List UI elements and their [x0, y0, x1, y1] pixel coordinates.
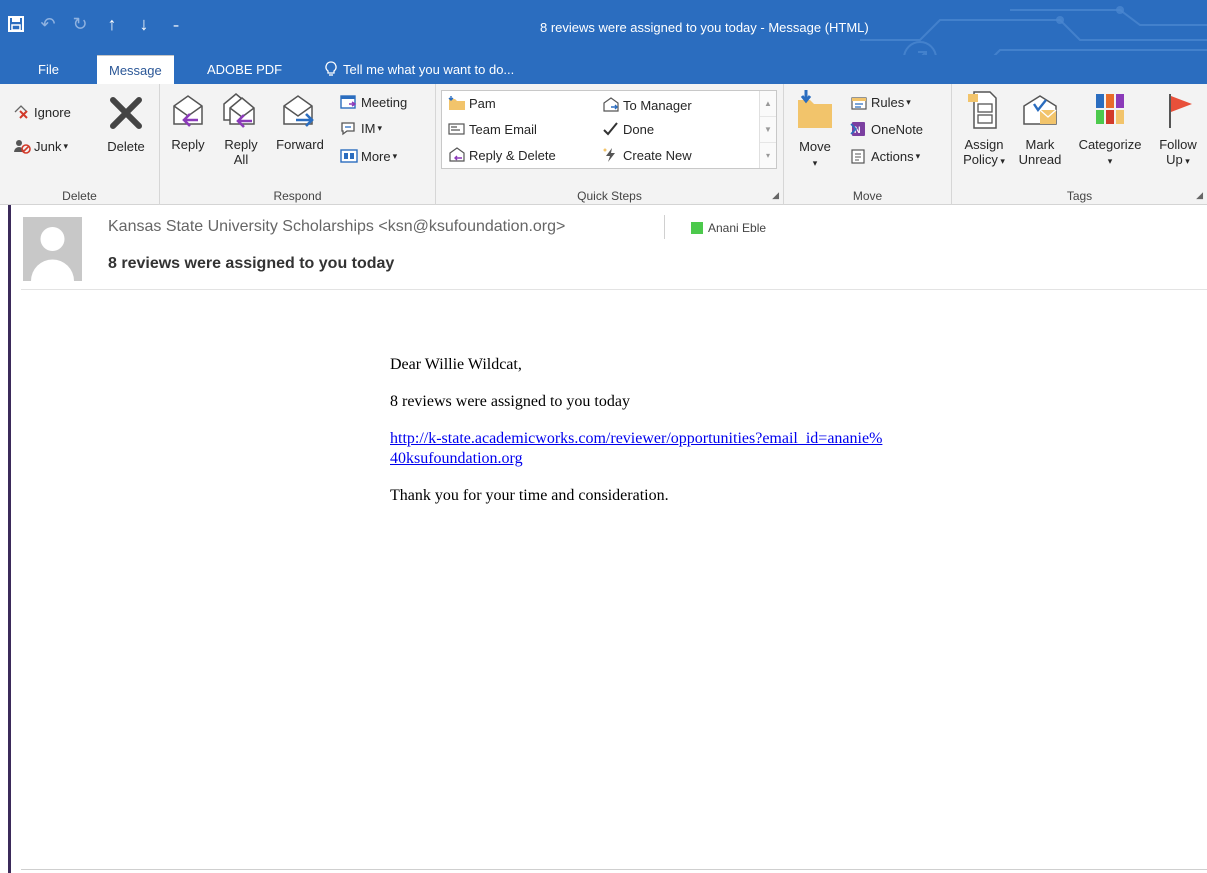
rules-button[interactable]: Rules ▾ — [850, 94, 911, 110]
message-body: Dear Willie Wildcat, 8 reviews were assi… — [390, 355, 882, 523]
ribbon: Ignore Junk ▾ Delete Delete Reply Reply … — [0, 84, 1207, 205]
ignore-button[interactable]: Ignore — [13, 104, 71, 120]
categorize-icon — [1070, 90, 1150, 133]
scroll-up-icon[interactable]: ▲ — [760, 91, 776, 117]
follow-up-button[interactable]: Follow Up ▾ — [1152, 90, 1204, 169]
redo-icon[interactable]: ↻ — [64, 9, 96, 39]
forward-mail-icon — [602, 97, 620, 113]
quickstep-pam[interactable]: Pam — [448, 95, 496, 111]
reply-button[interactable]: Reply — [166, 92, 210, 152]
body-line: 8 reviews were assigned to you today — [390, 393, 630, 410]
quick-steps-scrollbar[interactable]: ▲ ▼ ▾ — [759, 91, 776, 168]
category-tag[interactable]: Anani Eble — [691, 221, 766, 235]
checkmark-icon — [602, 121, 620, 137]
reply-all-icon — [218, 92, 264, 133]
quick-steps-group-label: Quick Steps — [577, 189, 642, 203]
mark-unread-icon — [1014, 90, 1066, 133]
delete-group-label: Delete — [62, 189, 97, 203]
junk-button[interactable]: Junk ▾ — [13, 138, 68, 154]
move-group-label: Move — [852, 189, 883, 203]
rules-icon — [850, 94, 868, 110]
review-link[interactable]: http://k-state.academicworks.com/reviewe… — [390, 429, 882, 469]
meeting-icon — [340, 94, 358, 110]
window-title: 8 reviews were assigned to you today - M… — [540, 20, 869, 35]
assign-policy-button[interactable]: Assign Policy ▾ — [958, 90, 1010, 169]
tab-file[interactable]: File — [38, 55, 59, 84]
tell-me-text: Tell me what you want to do... — [343, 62, 515, 77]
scroll-down-icon[interactable]: ▼ — [760, 117, 776, 143]
respond-group-label: Respond — [273, 189, 322, 203]
up-arrow-icon[interactable]: ↑ — [96, 9, 128, 39]
undo-icon[interactable]: ↶ — [32, 9, 64, 39]
im-icon — [340, 120, 358, 136]
reply-all-button[interactable]: Reply All — [218, 92, 264, 167]
move-group: Move ▾ Rules ▾ N OneNote Actions ▾ Move — [784, 84, 952, 205]
tell-me-box[interactable]: Tell me what you want to do... — [325, 55, 514, 84]
tags-group: Assign Policy ▾ Mark Unread Categorize ▾… — [952, 84, 1207, 205]
tags-launcher-icon[interactable]: ◢ — [1196, 190, 1203, 201]
review-link-line-1[interactable]: http://k-state.academicworks.com/reviewe… — [390, 430, 882, 447]
header-divider — [21, 289, 1207, 290]
message-subject: 8 reviews were assigned to you today — [108, 255, 395, 272]
greeting-text: Dear Willie Wildcat, — [390, 356, 522, 373]
more-respond-button[interactable]: More ▾ — [340, 148, 397, 164]
junk-icon — [13, 138, 31, 154]
reply-delete-icon — [448, 147, 466, 163]
categorize-button[interactable]: Categorize ▾ — [1070, 90, 1150, 169]
category-label: Anani Eble — [708, 221, 767, 235]
lightning-icon — [602, 147, 620, 163]
email-icon — [448, 121, 466, 137]
closing-text: Thank you for your time and consideratio… — [390, 487, 669, 504]
delete-x-icon — [100, 94, 152, 135]
quickstep-reply-delete[interactable]: Reply & Delete — [448, 147, 556, 163]
actions-icon — [850, 148, 868, 164]
move-button[interactable]: Move ▾ — [792, 88, 838, 171]
respond-group: Reply Reply All Forward Meeting IM ▾ Mor… — [160, 84, 436, 205]
tags-group-label: Tags — [1066, 189, 1093, 203]
bottom-border — [21, 869, 1207, 870]
meeting-button[interactable]: Meeting — [340, 94, 407, 110]
mark-unread-button[interactable]: Mark Unread — [1014, 90, 1066, 167]
reply-icon — [166, 92, 210, 133]
forward-button[interactable]: Forward — [272, 92, 328, 152]
im-button[interactable]: IM ▾ — [340, 120, 382, 136]
down-arrow-icon[interactable]: ↓ — [128, 9, 160, 39]
more-icon — [340, 148, 358, 164]
avatar — [23, 217, 82, 281]
actions-button[interactable]: Actions ▾ — [850, 148, 920, 164]
quickstep-to-manager[interactable]: To Manager — [602, 97, 692, 113]
category-color-icon — [691, 222, 703, 234]
quick-steps-gallery: Pam To Manager Team Email Done Reply & D… — [441, 90, 777, 169]
onenote-icon: N — [850, 121, 868, 137]
quick-steps-launcher-icon[interactable]: ◢ — [772, 190, 779, 201]
onenote-button[interactable]: N OneNote — [850, 121, 923, 137]
tab-adobe-pdf[interactable]: ADOBE PDF — [207, 55, 282, 84]
header-separator — [664, 215, 665, 239]
quickstep-team-email[interactable]: Team Email — [448, 121, 537, 137]
delete-group: Ignore Junk ▾ Delete Delete — [0, 84, 160, 205]
move-folder-icon — [792, 88, 838, 135]
ignore-icon — [13, 104, 31, 120]
lightbulb-icon — [325, 60, 337, 79]
tab-message[interactable]: Message — [97, 55, 174, 84]
assign-policy-icon — [958, 90, 1010, 133]
left-border — [8, 205, 11, 873]
ribbon-tabs: File Message ADOBE PDF Tell me what you … — [0, 55, 1207, 84]
review-link-line-2[interactable]: 40ksufoundation.org — [390, 450, 523, 467]
expand-gallery-icon[interactable]: ▾ — [760, 143, 776, 168]
quick-access-toolbar: ↶ ↻ ↑ ↓ ₌ — [0, 8, 192, 40]
forward-icon — [272, 92, 328, 133]
customize-icon[interactable]: ₌ — [160, 9, 192, 39]
flag-icon — [1152, 90, 1204, 133]
quickstep-done[interactable]: Done — [602, 121, 654, 137]
sender-name[interactable]: Kansas State University Scholarships <ks… — [108, 218, 565, 236]
save-icon[interactable] — [0, 9, 32, 39]
quickstep-create-new[interactable]: Create New — [602, 147, 692, 163]
folder-move-icon — [448, 95, 466, 111]
delete-button[interactable]: Delete — [100, 94, 152, 154]
